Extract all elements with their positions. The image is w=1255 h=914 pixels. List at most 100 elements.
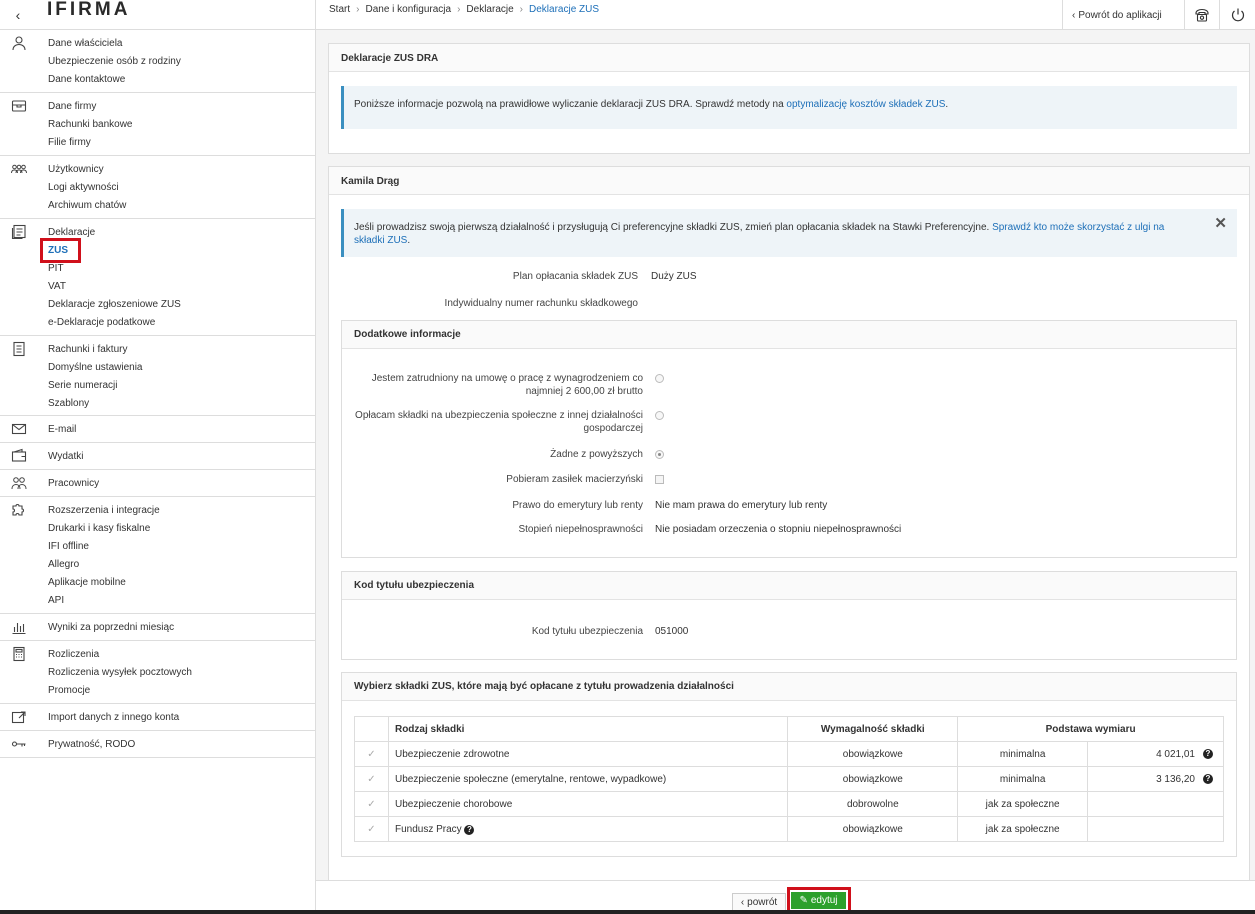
help-icon[interactable]: ? [1203, 749, 1213, 759]
sidebar-header: ‹ IFIRMA [0, 0, 315, 30]
chevron-right-icon: › [356, 4, 360, 15]
sidebar-item-company-data[interactable]: Dane firmy [48, 101, 96, 113]
other-business-radio[interactable] [655, 411, 664, 420]
sidebar-item-ifi-offline[interactable]: IFI offline [48, 541, 89, 553]
sidebar-group-invoices: Rachunki i faktury Domyślne ustawienia S… [0, 336, 315, 416]
sidebar-item-email[interactable]: E-mail [48, 424, 76, 436]
back-to-app-button[interactable]: ‹ Powrót do aplikacji [1062, 0, 1184, 30]
sidebar-item-numbering[interactable]: Serie numeracji [48, 380, 117, 392]
preferential-info-note: Jeśli prowadzisz swoją pierwszą działaln… [341, 209, 1237, 257]
sidebar-item-settlements[interactable]: Rozliczenia [48, 649, 99, 661]
sidebar-item-mobile-apps[interactable]: Aplikacje mobilne [48, 577, 126, 589]
sidebar-item-import-data[interactable]: Import danych z innego konta [48, 712, 179, 724]
sidebar-item-pit[interactable]: PIT [48, 263, 64, 275]
close-icon[interactable]: ✕ [1214, 216, 1227, 231]
sidebar-group-billing: Rozliczenia Rozliczenia wysyłek pocztowy… [0, 641, 315, 704]
sidebar-item-branches[interactable]: Filie firmy [48, 137, 91, 149]
sidebar-item-vat[interactable]: VAT [48, 281, 66, 293]
sidebar-item-allegro[interactable]: Allegro [48, 559, 79, 571]
sidebar-item-contact-data[interactable]: Dane kontaktowe [48, 74, 125, 86]
sidebar-group-users: Użytkownicy Logi aktywności Archiwum cha… [0, 156, 315, 219]
contribution-basis: minimalna [957, 741, 1089, 767]
account-number-label: Indywidualny numer rachunku składkowego [444, 298, 638, 309]
sidebar-item-printers[interactable]: Drukarki i kasy fiskalne [48, 523, 150, 535]
phone-icon[interactable] [1184, 0, 1219, 30]
contribution-amount: 3 136,20 [1156, 773, 1195, 785]
sidebar-item-employees[interactable]: Pracownicy [48, 478, 99, 490]
power-icon[interactable] [1219, 0, 1255, 30]
row-checkbox[interactable]: ✓ [354, 766, 389, 792]
collapse-chevron-icon[interactable]: ‹ [0, 0, 36, 30]
pension-value: Nie mam prawa do emerytury lub renty [655, 500, 828, 511]
employees-icon [10, 475, 28, 491]
table-row: ✓ Ubezpieczenie chorobowe dobrowolne jak… [354, 791, 1224, 817]
sidebar-item-e-declarations[interactable]: e-Deklaracje podatkowe [48, 317, 155, 329]
breadcrumb: Start › Dane i konfiguracja › Deklaracje… [329, 4, 599, 15]
sidebar-item-chat-archive[interactable]: Archiwum chatów [48, 200, 126, 212]
calculator-icon [10, 646, 28, 662]
sidebar-item-zus-registration[interactable]: Deklaracje zgłoszeniowe ZUS [48, 299, 181, 311]
breadcrumb-declarations[interactable]: Deklaracje [466, 4, 513, 15]
disability-value: Nie posiadam orzeczenia o stopniu niepeł… [655, 524, 902, 535]
sidebar-item-expenses[interactable]: Wydatki [48, 451, 83, 463]
sidebar-item-activity-logs[interactable]: Logi aktywności [48, 182, 119, 194]
employment-option-line2: najmniej 2 600,00 zł brutto [525, 386, 643, 397]
help-icon[interactable]: ? [1203, 774, 1213, 784]
row-checkbox[interactable]: ✓ [354, 791, 389, 817]
sidebar-group-employees: Pracownicy [0, 470, 315, 497]
chevron-left-icon: ‹ [1072, 9, 1076, 21]
none-option-label: Żadne z powyższych [550, 449, 643, 460]
sidebar-group-integrations: Rozszerzenia i integracje Drukarki i kas… [0, 497, 315, 614]
sidebar-item-bank-accounts[interactable]: Rachunki bankowe [48, 119, 133, 131]
insurance-code-label: Kod tytułu ubezpieczenia [531, 626, 643, 637]
mail-icon [10, 421, 28, 437]
optimization-link[interactable]: optymalizację kosztów składek ZUS [786, 99, 945, 110]
zus-dra-title: Deklaracje ZUS DRA [329, 44, 1249, 72]
row-checkbox[interactable]: ✓ [354, 816, 389, 842]
zus-dra-panel: Deklaracje ZUS DRA Poniższe informacje p… [328, 43, 1250, 154]
edit-button[interactable]: ✎ edytuj [791, 892, 846, 909]
breadcrumb-start[interactable]: Start [329, 4, 350, 15]
sidebar-item-privacy[interactable]: Prywatność, RODO [48, 739, 135, 751]
insurance-code-panel: Kod tytułu ubezpieczenia Kod tytułu ubez… [341, 571, 1237, 660]
sidebar-item-default-settings[interactable]: Domyślne ustawienia [48, 362, 143, 374]
sidebar-item-templates[interactable]: Szablony [48, 398, 89, 410]
contribution-basis: jak za społeczne [957, 791, 1089, 817]
contribution-requirement: obowiązkowe [787, 766, 959, 792]
invoice-icon [10, 341, 28, 357]
maternity-checkbox[interactable] [655, 475, 664, 484]
zus-highlight-box [40, 238, 81, 263]
sidebar-item-family-insurance[interactable]: Ubezpieczenie osób z rodziny [48, 56, 181, 68]
contribution-name: Ubezpieczenie chorobowe [387, 791, 789, 817]
employment-radio[interactable] [655, 374, 664, 383]
sidebar-group-results: Wyniki za poprzedni miesiąc [0, 614, 315, 641]
contribution-requirement: obowiązkowe [787, 816, 959, 842]
insurance-code-value: 051000 [655, 626, 689, 637]
breadcrumb-config[interactable]: Dane i konfiguracja [365, 4, 451, 15]
help-icon[interactable]: ? [464, 824, 475, 835]
table-row: ✓ Ubezpieczenie społeczne (emerytalne, r… [354, 766, 1224, 792]
sidebar-item-invoices[interactable]: Rachunki i faktury [48, 344, 127, 356]
puzzle-icon [10, 502, 28, 518]
contribution-amount [1087, 816, 1224, 842]
sidebar-item-previous-month-results[interactable]: Wyniki za poprzedni miesiąc [48, 622, 174, 634]
sidebar-item-integrations[interactable]: Rozszerzenia i integracje [48, 505, 160, 517]
none-radio[interactable] [655, 450, 664, 459]
company-icon [10, 98, 28, 114]
sidebar-item-owner-data[interactable]: Dane właściciela [48, 38, 122, 50]
table-row: ✓ Ubezpieczenie zdrowotne obowiązkowe mi… [354, 741, 1224, 767]
zus-dra-info-note: Poniższe informacje pozwolą na prawidłow… [341, 86, 1237, 129]
zus-dra-info-text: Poniższe informacje pozwolą na prawidłow… [354, 99, 787, 110]
contributions-panel: Wybierz składki ZUS, które mają być opła… [341, 672, 1237, 857]
col-type-header: Rodzaj składki [387, 716, 789, 742]
sidebar-item-promotions[interactable]: Promocje [48, 685, 90, 697]
sidebar-group-company: Dane firmy Rachunki bankowe Filie firmy [0, 93, 315, 156]
sidebar-item-postal-settlements[interactable]: Rozliczenia wysyłek pocztowych [48, 667, 192, 679]
sidebar-item-api[interactable]: API [48, 595, 64, 607]
row-checkbox[interactable]: ✓ [354, 741, 389, 767]
contributions-table: Rodzaj składki Wymagalność składki Podst… [354, 716, 1224, 842]
bottom-border [0, 910, 1255, 914]
sidebar-item-users[interactable]: Użytkownicy [48, 164, 104, 176]
breadcrumb-current: Deklaracje ZUS [529, 4, 600, 15]
chevron-right-icon: › [457, 4, 461, 15]
